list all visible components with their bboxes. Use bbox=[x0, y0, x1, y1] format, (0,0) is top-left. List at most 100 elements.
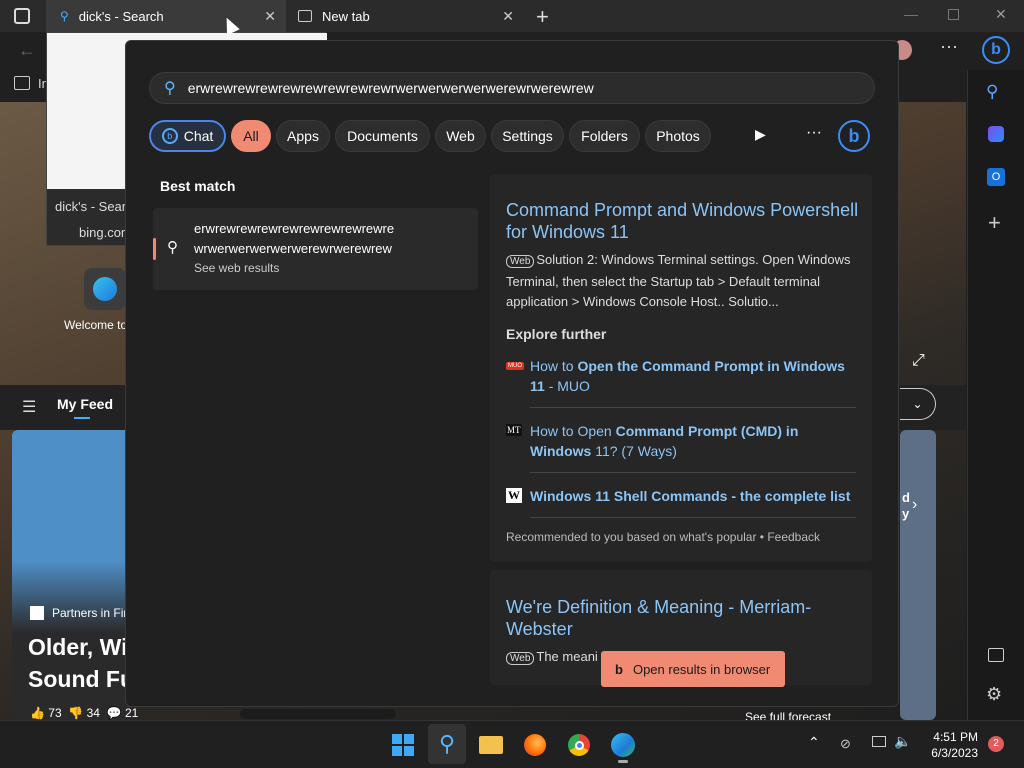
tab-new[interactable]: New tab ✕ bbox=[288, 0, 524, 32]
best-match-line2: wrwerwerwerwerwerewrwerewrew bbox=[194, 241, 392, 256]
muo-icon: MUO bbox=[506, 362, 524, 370]
link-post: 11? (7 Ways) bbox=[591, 443, 677, 459]
more-icon[interactable]: ··· bbox=[806, 124, 822, 142]
add-icon[interactable]: + bbox=[988, 210, 1001, 236]
filter-all[interactable]: All bbox=[231, 120, 271, 152]
back-icon[interactable]: ← bbox=[18, 40, 36, 61]
filter-apps[interactable]: Apps bbox=[276, 120, 330, 152]
link-bold: Windows 11 Shell Commands - the complete… bbox=[530, 488, 851, 504]
snippet-text: The meani bbox=[536, 649, 598, 664]
tab-search[interactable]: ⚲ dick's - Search ✕ bbox=[46, 0, 286, 32]
comment-count: 21 bbox=[124, 706, 139, 720]
filter-label: Apps bbox=[287, 128, 319, 144]
filter-documents[interactable]: Documents bbox=[335, 120, 430, 152]
link-pre: How to bbox=[530, 358, 578, 374]
search-box[interactable]: ⚲ bbox=[149, 72, 875, 104]
tab-strip: ⚲ dick's - Search ✕ New tab ✕ + — ✕ bbox=[0, 0, 1024, 32]
dislike-count: 34 bbox=[86, 706, 100, 720]
side-card[interactable]: d y › bbox=[900, 430, 936, 720]
chrome-icon[interactable] bbox=[564, 730, 594, 760]
feed-tab-underline bbox=[74, 417, 90, 419]
result-title[interactable]: We're Definition & Meaning - Merriam-Web… bbox=[506, 596, 846, 640]
filter-label: All bbox=[243, 128, 259, 144]
news-card[interactable]: Partners in Fin Older, Wi Sound Fu bbox=[12, 430, 135, 720]
open-in-browser-button[interactable]: b Open results in browser bbox=[601, 651, 785, 687]
best-match-line1: erwrewrewrewrewrewrewrewrewre bbox=[194, 221, 395, 236]
bing-chat-icon: b bbox=[161, 128, 178, 144]
link-pre: How to Open bbox=[530, 423, 616, 439]
search-icon: ⚲ bbox=[60, 9, 69, 23]
display-icon[interactable] bbox=[872, 736, 886, 747]
edge-sidebar: ⚲ O + ⚙ bbox=[967, 70, 1024, 720]
play-icon[interactable]: ▶ bbox=[755, 126, 766, 143]
dropdown-button[interactable]: ⌄ bbox=[900, 388, 936, 420]
side-card-text-2: y bbox=[902, 506, 910, 521]
outlook-icon[interactable]: O bbox=[987, 168, 1005, 186]
side-card-text-1: d bbox=[902, 490, 910, 505]
bing-icon[interactable]: b bbox=[838, 120, 870, 152]
volume-icon[interactable]: 🔈 bbox=[894, 733, 911, 750]
favorites-icon[interactable] bbox=[14, 76, 30, 90]
explore-link[interactable]: MUO How to Open the Command Prompt in Wi… bbox=[506, 356, 856, 396]
show-hidden-icons[interactable]: ⌃ bbox=[808, 734, 820, 751]
button-label: Open results in browser bbox=[632, 661, 771, 677]
selection-indicator bbox=[153, 238, 156, 260]
copilot-icon[interactable] bbox=[988, 126, 1004, 142]
filter-settings[interactable]: Settings bbox=[491, 120, 564, 152]
filter-photos[interactable]: Photos bbox=[645, 120, 711, 152]
next-icon[interactable]: › bbox=[912, 496, 917, 514]
best-match-item[interactable]: ⚲ erwrewrewrewrewrewrewrewrewre wrwerwer… bbox=[153, 208, 478, 290]
settings-icon[interactable]: ⚙ bbox=[986, 684, 1002, 705]
edge-quicklink-icon[interactable] bbox=[84, 268, 126, 310]
filter-label: Settings bbox=[502, 128, 553, 144]
source-logo bbox=[30, 606, 44, 620]
close-tab-icon[interactable]: ✕ bbox=[502, 8, 514, 25]
result-card: Command Prompt and Windows Powershell fo… bbox=[490, 174, 872, 562]
notification-badge[interactable]: 2 bbox=[988, 736, 1004, 752]
filter-label: Web bbox=[446, 128, 475, 144]
close-tab-icon[interactable]: ✕ bbox=[264, 8, 276, 25]
search-icon: ⚲ bbox=[164, 80, 176, 97]
result-footer[interactable]: Recommended to you based on what's popul… bbox=[506, 530, 820, 544]
like-icon[interactable]: 👍 bbox=[30, 706, 45, 720]
result-title[interactable]: Command Prompt and Windows Powershell fo… bbox=[506, 199, 866, 243]
best-match-sub: See web results bbox=[194, 261, 280, 275]
minimize-icon[interactable]: — bbox=[904, 6, 918, 22]
tab-actions-icon[interactable] bbox=[14, 8, 30, 24]
bing-copilot-icon[interactable]: b bbox=[982, 36, 1010, 64]
dislike-icon[interactable]: 👎 bbox=[68, 706, 83, 720]
split-view-icon[interactable] bbox=[988, 648, 1004, 662]
quicklink-label[interactable]: Welcome to bbox=[64, 318, 127, 332]
more-options-icon[interactable]: ··· bbox=[940, 36, 958, 57]
new-tab-button[interactable]: + bbox=[536, 4, 549, 30]
carousel-dots[interactable] bbox=[240, 709, 396, 719]
tab-title: New tab bbox=[322, 8, 370, 24]
restore-icon[interactable] bbox=[948, 9, 959, 20]
close-window-icon[interactable]: ✕ bbox=[995, 6, 1007, 23]
taskbar-search-icon[interactable]: ⚲ bbox=[428, 724, 466, 764]
explore-link[interactable]: MT How to Open Command Prompt (CMD) in W… bbox=[506, 421, 856, 461]
feed-tab[interactable]: My Feed bbox=[57, 396, 113, 412]
search-input[interactable] bbox=[187, 80, 828, 96]
comment-icon[interactable]: 💬 bbox=[107, 706, 122, 720]
edge-logo bbox=[93, 277, 117, 301]
file-explorer-icon[interactable] bbox=[476, 730, 506, 760]
divider bbox=[530, 472, 856, 473]
network-icon[interactable]: ⊘ bbox=[840, 736, 851, 752]
explore-heading: Explore further bbox=[506, 326, 607, 342]
start-icon[interactable] bbox=[388, 730, 418, 760]
clock-date[interactable]: 6/3/2023 bbox=[922, 746, 978, 760]
firefox-icon[interactable] bbox=[520, 730, 550, 760]
filter-folders[interactable]: Folders bbox=[569, 120, 640, 152]
edge-taskbar-icon[interactable] bbox=[608, 730, 638, 760]
link-post: - MUO bbox=[544, 378, 590, 394]
filter-chat[interactable]: b Chat bbox=[149, 120, 226, 152]
expand-icon[interactable]: ⤢ bbox=[912, 352, 925, 370]
menu-icon[interactable]: ☰ bbox=[22, 397, 36, 417]
search-icon[interactable]: ⚲ bbox=[986, 82, 998, 102]
clock-time[interactable]: 4:51 PM bbox=[930, 730, 978, 744]
filter-web[interactable]: Web bbox=[435, 120, 486, 152]
best-match-heading: Best match bbox=[160, 178, 236, 194]
news-headline-line2: Sound Fu bbox=[28, 666, 135, 692]
explore-link[interactable]: W Windows 11 Shell Commands - the comple… bbox=[506, 486, 856, 506]
